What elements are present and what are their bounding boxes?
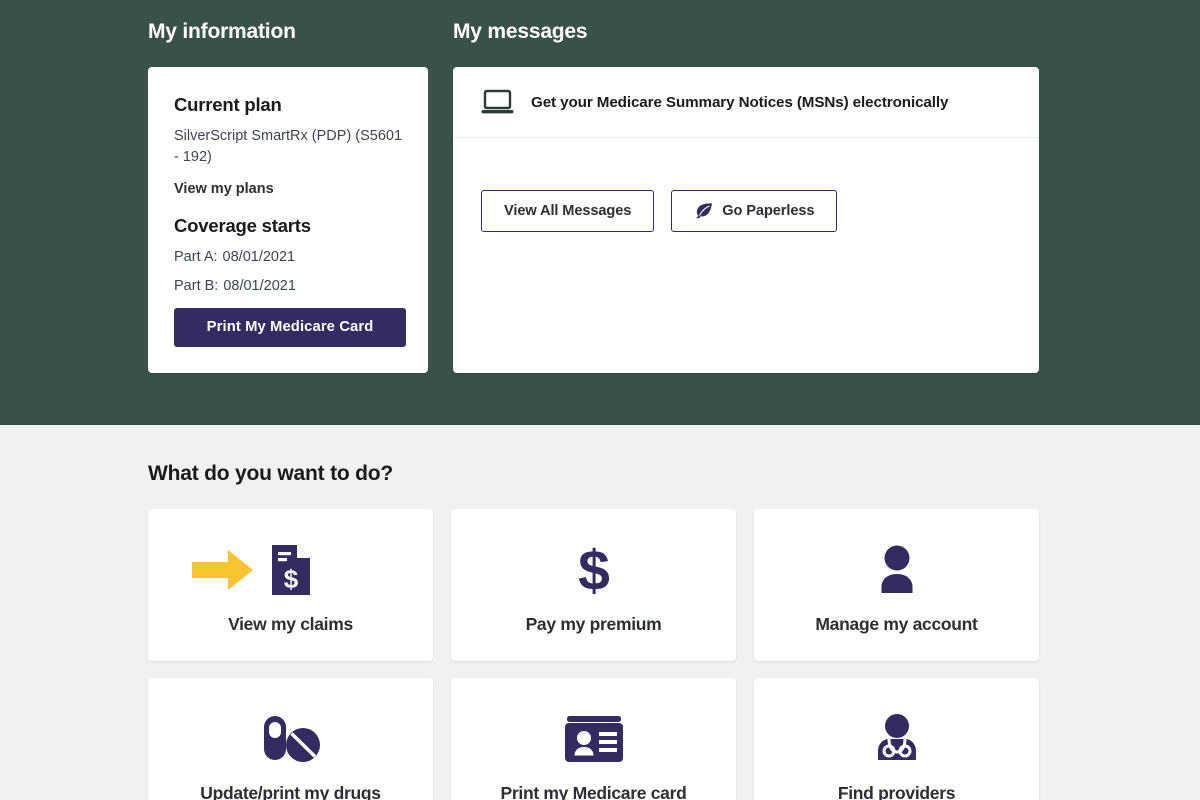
go-paperless-button[interactable]: Go Paperless (671, 190, 838, 232)
document-dollar-icon: $ (270, 543, 312, 597)
coverage-part-b-label: Part B: (174, 278, 219, 294)
coverage-part-a-value: 08/01/2021 (222, 249, 296, 265)
tile-icon-wrap (871, 703, 923, 775)
svg-text:$: $ (283, 564, 298, 594)
view-all-messages-label: View All Messages (504, 202, 632, 219)
doctor-stethoscope-icon (871, 713, 923, 765)
tile-label: View my claims (228, 614, 353, 634)
dollar-sign-icon: $ (571, 541, 617, 599)
my-messages-heading: My messages (453, 20, 588, 43)
hero-section: My information Current plan SilverScript… (0, 0, 1200, 425)
tile-update-print-my-drugs[interactable]: Update/print my drugs (148, 678, 433, 800)
person-icon (872, 544, 922, 596)
my-information-heading: My information (148, 20, 296, 43)
tile-find-providers[interactable]: Find providers (754, 678, 1039, 800)
current-plan-title: Current plan (174, 94, 282, 115)
tile-label: Print my Medicare card (500, 783, 687, 800)
view-all-messages-button[interactable]: View All Messages (481, 190, 655, 232)
msn-notice-text: Get your Medicare Summary Notices (MSNs)… (531, 94, 949, 111)
tile-label: Manage my account (815, 614, 978, 634)
my-messages-column: My messages Get your Medicare Summary No… (453, 18, 1039, 373)
coverage-starts-title: Coverage starts (174, 215, 311, 236)
tile-icon-wrap (563, 703, 625, 775)
coverage-row: Part B: 08/01/2021 (174, 276, 404, 297)
tile-pay-my-premium[interactable]: $ Pay my premium (451, 509, 736, 661)
tile-icon-wrap (260, 703, 322, 775)
my-information-column: My information Current plan SilverScript… (148, 18, 428, 373)
tile-view-my-claims[interactable]: $ View my claims (148, 509, 433, 661)
current-plan-card: Current plan SilverScript SmartRx (PDP) … (148, 67, 428, 373)
tile-label: Find providers (837, 783, 956, 800)
what-do-you-want-to-do-section: What do you want to do? $ View my claims… (0, 425, 1200, 800)
action-tile-grid: $ View my claims $ Pay my premium Manage… (148, 509, 1053, 800)
tile-print-my-medicare-card[interactable]: Print my Medicare card (451, 678, 736, 800)
view-my-plans-link[interactable]: View my plans (174, 179, 274, 199)
coverage-row: Part A: 08/01/2021 (174, 247, 404, 268)
laptop-icon (481, 89, 514, 116)
tile-label: Update/print my drugs (200, 783, 381, 800)
leaf-icon (694, 202, 713, 219)
msn-notice-row: Get your Medicare Summary Notices (MSNs)… (453, 67, 1039, 138)
svg-text:$: $ (578, 541, 610, 599)
tile-label: Pay my premium (525, 614, 662, 634)
pills-icon (260, 714, 322, 764)
id-card-icon (563, 714, 625, 764)
coverage-part-a-label: Part A: (174, 249, 218, 265)
go-paperless-label: Go Paperless (722, 202, 815, 219)
messages-card: Get your Medicare Summary Notices (MSNs)… (453, 67, 1039, 373)
tile-manage-my-account[interactable]: Manage my account (754, 509, 1039, 661)
print-my-medicare-card-button[interactable]: Print My Medicare Card (174, 308, 406, 347)
coverage-part-b-value: 08/01/2021 (223, 278, 296, 294)
tile-icon-wrap: $ (191, 534, 312, 606)
actions-heading: What do you want to do? (148, 462, 394, 485)
yellow-arrow-icon (191, 549, 254, 591)
messages-actions: View All Messages Go Paperless (453, 138, 1039, 232)
tile-icon-wrap: $ (571, 534, 617, 606)
tile-icon-wrap (872, 534, 922, 606)
plan-name-value: SilverScript SmartRx (PDP) (S5601 - 192) (174, 128, 403, 165)
